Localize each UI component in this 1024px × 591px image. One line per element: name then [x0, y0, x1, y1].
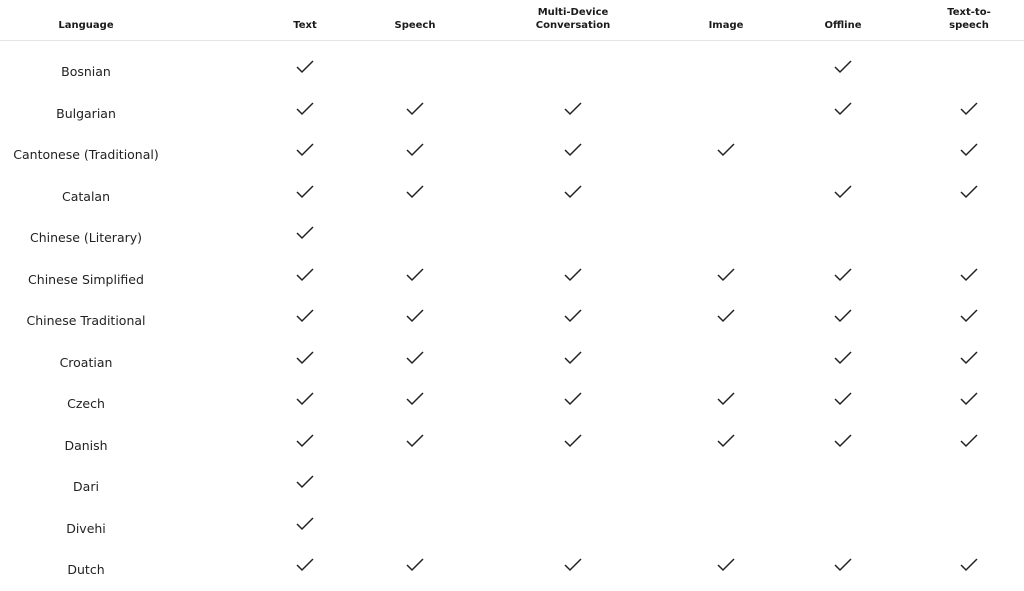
checkmark-icon [563, 307, 583, 325]
language-support-table: Language Text Speech Multi-Device Conversati… [0, 0, 1024, 577]
checkmark-icon [833, 183, 853, 201]
table-row: Bulgarian [0, 94, 1024, 135]
table-row: Catalan [0, 177, 1024, 218]
checkmark-icon [295, 390, 315, 408]
checkmark-icon [716, 266, 736, 284]
checkmark-icon [716, 141, 736, 159]
checkmark-icon [563, 432, 583, 450]
checkmark-icon [833, 266, 853, 284]
column-header-text: Text [293, 20, 317, 31]
checkmark-icon [405, 390, 425, 408]
checkmark-icon [959, 307, 979, 325]
checkmark-icon [405, 141, 425, 159]
column-header-offline: Offline [824, 20, 862, 31]
checkmark-icon [295, 183, 315, 201]
language-name: Dutch [67, 562, 105, 577]
table-row: Dari [0, 467, 1024, 508]
checkmark-icon [295, 349, 315, 367]
column-header-multi: Multi-Device Conversation [535, 7, 611, 31]
checkmark-icon [405, 100, 425, 118]
checkmark-icon [959, 183, 979, 201]
checkmark-icon [716, 390, 736, 408]
language-name: Cantonese (Traditional) [13, 147, 159, 162]
table-row: Danish [0, 426, 1024, 467]
checkmark-icon [295, 141, 315, 159]
checkmark-icon [563, 183, 583, 201]
checkmark-icon [295, 556, 315, 574]
checkmark-icon [405, 349, 425, 367]
checkmark-icon [959, 390, 979, 408]
table-row: Czech [0, 384, 1024, 425]
checkmark-icon [959, 432, 979, 450]
checkmark-icon [295, 224, 315, 242]
checkmark-icon [833, 556, 853, 574]
table-row: Chinese Traditional [0, 301, 1024, 342]
checkmark-icon [563, 100, 583, 118]
checkmark-icon [716, 307, 736, 325]
checkmark-icon [563, 390, 583, 408]
checkmark-icon [833, 100, 853, 118]
checkmark-icon [716, 556, 736, 574]
language-name: Chinese Traditional [26, 313, 146, 328]
checkmark-icon [405, 266, 425, 284]
table-row: Croatian [0, 343, 1024, 384]
table-row: Bosnian [0, 52, 1024, 93]
column-header-language: Language [58, 20, 114, 31]
column-header-speech: Speech [394, 20, 436, 31]
checkmark-icon [833, 390, 853, 408]
checkmark-icon [959, 100, 979, 118]
checkmark-icon [833, 58, 853, 76]
checkmark-icon [959, 266, 979, 284]
table-row: Cantonese (Traditional) [0, 135, 1024, 176]
language-name: Bulgarian [56, 105, 116, 121]
checkmark-icon [295, 473, 315, 491]
language-name: Bosnian [61, 64, 111, 79]
language-name: Catalan [61, 188, 111, 204]
checkmark-icon [405, 432, 425, 450]
language-name: Danish [64, 437, 108, 453]
checkmark-icon [405, 307, 425, 325]
language-name: Divehi [66, 520, 106, 536]
checkmark-icon [295, 515, 315, 533]
checkmark-icon [833, 432, 853, 450]
checkmark-icon [405, 183, 425, 201]
checkmark-icon [716, 432, 736, 450]
checkmark-icon [295, 266, 315, 284]
language-name: Chinese Simplified [28, 271, 144, 287]
table-row: Dutch [0, 550, 1024, 591]
checkmark-icon [295, 432, 315, 450]
column-header-image: Image [708, 20, 744, 31]
language-name: Chinese (Literary) [29, 230, 143, 245]
checkmark-icon [959, 141, 979, 159]
table-header: Language Text Speech Multi-Device Conversati… [0, 0, 1024, 41]
column-header-tts: Text-to-speech [947, 7, 991, 31]
checkmark-icon [563, 556, 583, 574]
checkmark-icon [295, 58, 315, 76]
checkmark-icon [833, 307, 853, 325]
checkmark-icon [295, 307, 315, 325]
checkmark-icon [959, 349, 979, 367]
checkmark-icon [405, 556, 425, 574]
language-name: Croatian [59, 354, 113, 370]
language-name: Czech [67, 396, 105, 411]
checkmark-icon [833, 349, 853, 367]
checkmark-icon [959, 556, 979, 574]
table-row: Divehi [0, 509, 1024, 550]
checkmark-icon [563, 141, 583, 159]
language-name: Dari [73, 479, 99, 494]
checkmark-icon [295, 100, 315, 118]
checkmark-icon [563, 349, 583, 367]
table-row: Chinese Simplified [0, 260, 1024, 301]
checkmark-icon [563, 266, 583, 284]
table-row: Chinese (Literary) [0, 218, 1024, 259]
